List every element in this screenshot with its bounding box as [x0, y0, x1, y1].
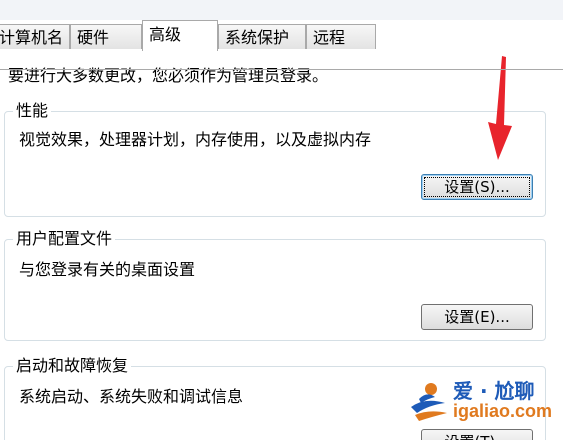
- startup-recovery-settings-button[interactable]: 设置(T)...: [421, 429, 533, 440]
- watermark: 爱 · 尬聊 igaliao.com: [405, 375, 563, 430]
- tab-computer-name[interactable]: 计算机名: [0, 24, 70, 49]
- performance-settings-button[interactable]: 设置(S)...: [421, 174, 533, 200]
- performance-group: 性能 视觉效果，处理器计划，内存使用，以及虚拟内存 设置(S)...: [4, 100, 546, 217]
- tab-bar-divider: [0, 69, 563, 70]
- user-profiles-group: 用户配置文件 与您登录有关的桌面设置 设置(E)...: [4, 228, 546, 341]
- red-arrow-icon: [488, 56, 512, 160]
- tab-remote[interactable]: 远程: [306, 24, 376, 49]
- performance-description: 视觉效果，处理器计划，内存使用，以及虚拟内存: [19, 130, 372, 149]
- user-profiles-description: 与您登录有关的桌面设置: [19, 260, 196, 279]
- startup-recovery-description: 系统启动、系统失败和调试信息: [19, 387, 244, 406]
- performance-title: 性能: [13, 100, 52, 122]
- watermark-brand: 爱 · 尬聊: [453, 379, 535, 403]
- tab-hardware[interactable]: 硬件: [70, 24, 142, 49]
- title-strip: [0, 0, 563, 20]
- tab-bar: 计算机名 硬件 高级 系统保护 远程: [0, 20, 563, 70]
- user-profiles-title: 用户配置文件: [13, 228, 116, 250]
- tab-advanced[interactable]: 高级: [142, 20, 218, 51]
- user-profiles-settings-button[interactable]: 设置(E)...: [421, 304, 533, 330]
- watermark-url: igaliao.com: [453, 401, 553, 421]
- tab-system-protection[interactable]: 系统保护: [218, 24, 306, 49]
- admin-notice: 要进行大多数更改，您必须作为管理员登录。: [8, 66, 329, 85]
- system-properties-window: 计算机名 硬件 高级 系统保护 远程 要进行大多数更改，您必须作为管理员登录。 …: [0, 0, 563, 440]
- startup-recovery-title: 启动和故障恢复: [13, 355, 132, 377]
- igaliao-logo-icon: [411, 383, 447, 421]
